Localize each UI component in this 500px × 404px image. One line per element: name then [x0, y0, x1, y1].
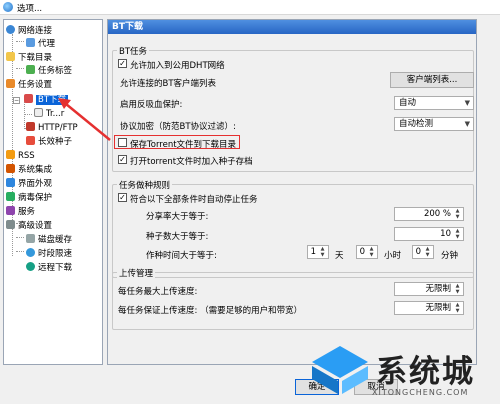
watermark-url: XITONGCHENG.COM	[372, 388, 469, 397]
watermark: 系统城 XITONGCHENG.COM	[300, 342, 500, 404]
watermark-text: 系统城	[376, 354, 475, 390]
watermark-logo-icon	[312, 346, 368, 394]
